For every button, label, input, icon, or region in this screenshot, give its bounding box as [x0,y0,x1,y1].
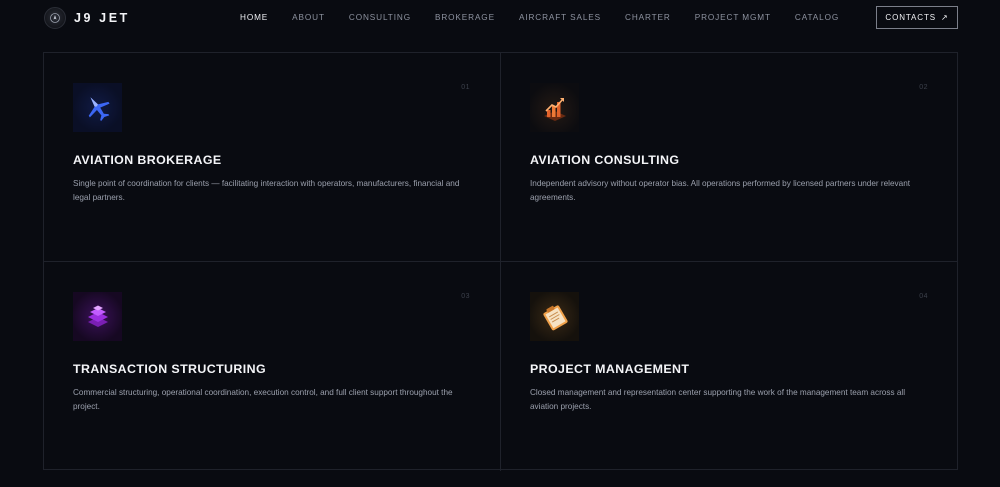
card-title: AVIATION BROKERAGE [73,153,222,167]
card-number: 03 [461,293,470,300]
layers-icon [73,292,122,341]
logo-text: J9 JET [74,11,130,25]
contacts-button[interactable]: CONTACTS ↗ [876,6,958,29]
service-card-brokerage[interactable]: 01 AVIATION BROKERAGE Single point of co… [44,53,501,262]
nav-catalog[interactable]: CATALOG [795,13,839,22]
nav-consulting[interactable]: CONSULTING [349,13,411,22]
nav-about[interactable]: ABOUT [292,13,325,22]
services-grid: 01 AVIATION BROKERAGE Single point of co… [43,52,958,471]
card-description: Single point of coordination for clients… [73,179,460,202]
card-number: 04 [919,293,928,300]
nav-charter[interactable]: CHARTER [625,13,671,22]
logo-emblem-icon [44,7,66,29]
site-header: J9 JET HOME ABOUT CONSULTING BROKERAGE A… [0,0,1000,36]
arrow-up-right-icon: ↗ [941,13,949,22]
card-description: Independent advisory without operator bi… [530,179,911,202]
card-number: 02 [919,84,928,91]
card-title: TRANSACTION STRUCTURING [73,362,266,376]
nav-brokerage[interactable]: BROKERAGE [435,13,495,22]
main-nav: HOME ABOUT CONSULTING BROKERAGE AIRCRAFT… [240,13,863,22]
page: J9 JET HOME ABOUT CONSULTING BROKERAGE A… [0,0,1000,487]
nav-project-mgmt[interactable]: PROJECT MGMT [695,13,771,22]
card-title: PROJECT MANAGEMENT [530,362,690,376]
contacts-button-label: CONTACTS [885,13,936,22]
plane-icon [73,83,122,132]
logo[interactable]: J9 JET [44,7,130,29]
nav-home[interactable]: HOME [240,13,268,22]
service-card-consulting[interactable]: 02 AVIATION CONSULTING Independent advis… [501,53,958,262]
card-description: Commercial structuring, operational coor… [73,388,453,411]
card-description: Closed management and representation cen… [530,388,906,411]
card-number: 01 [461,84,470,91]
service-card-project-management[interactable]: 04 PROJECT MANAGEMENT Closed management … [501,262,958,471]
service-card-structuring[interactable]: 03 TRANSACTION STRUCTURING Commercial st… [44,262,501,471]
chart-icon [530,83,579,132]
nav-aircraft-sales[interactable]: AIRCRAFT SALES [519,13,601,22]
card-title: AVIATION CONSULTING [530,153,680,167]
clipboard-icon [530,292,579,341]
